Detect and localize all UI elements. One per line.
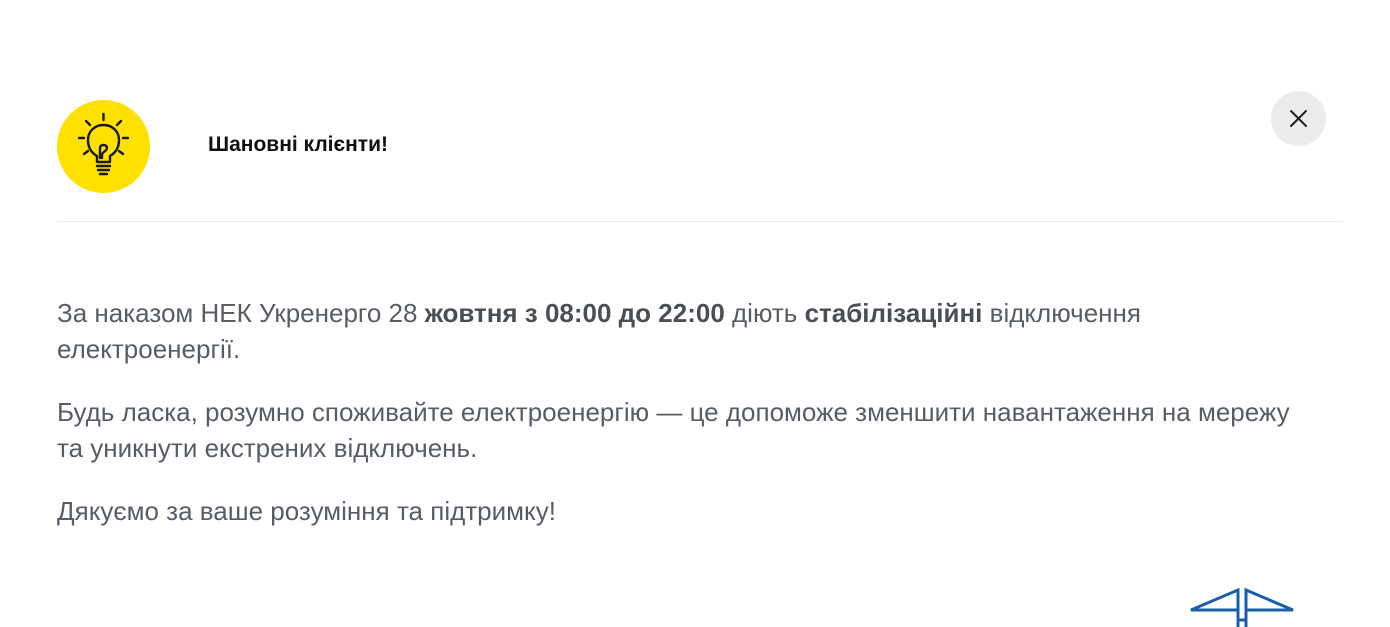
- modal-title: Шановні клієнти!: [208, 133, 388, 156]
- power-tower-logo-icon: [1190, 587, 1294, 627]
- notice-modal: Шановні клієнти! За наказом НЕК Укренерг…: [0, 0, 1390, 627]
- lightbulb-icon: [77, 112, 130, 176]
- company-logo: [1188, 586, 1296, 627]
- lightbulb-badge: [57, 100, 150, 193]
- text-segment: діють: [724, 298, 805, 328]
- message-paragraph-outage: За наказом НЕК Укренерго 28 жовтня з 08:…: [57, 295, 1297, 367]
- close-button[interactable]: [1271, 91, 1326, 146]
- header-divider: [57, 221, 1343, 222]
- text-segment: За наказом НЕК Укренерго 28: [57, 298, 425, 328]
- message-paragraph-advice: Будь ласка, розумно споживайте електроен…: [57, 397, 1290, 463]
- close-icon: [1290, 110, 1307, 127]
- date-time-highlight: жовтня з 08:00 до 22:00: [424, 298, 725, 328]
- message-paragraph-thanks: Дякуємо за ваше розуміння та підтримку!: [57, 496, 556, 526]
- modal-header: Шановні клієнти!: [57, 100, 1343, 193]
- message-body: За наказом НЕК Укренерго 28 жовтня з 08:…: [57, 295, 1297, 556]
- outage-type-highlight: стабілізаційні: [804, 298, 983, 328]
